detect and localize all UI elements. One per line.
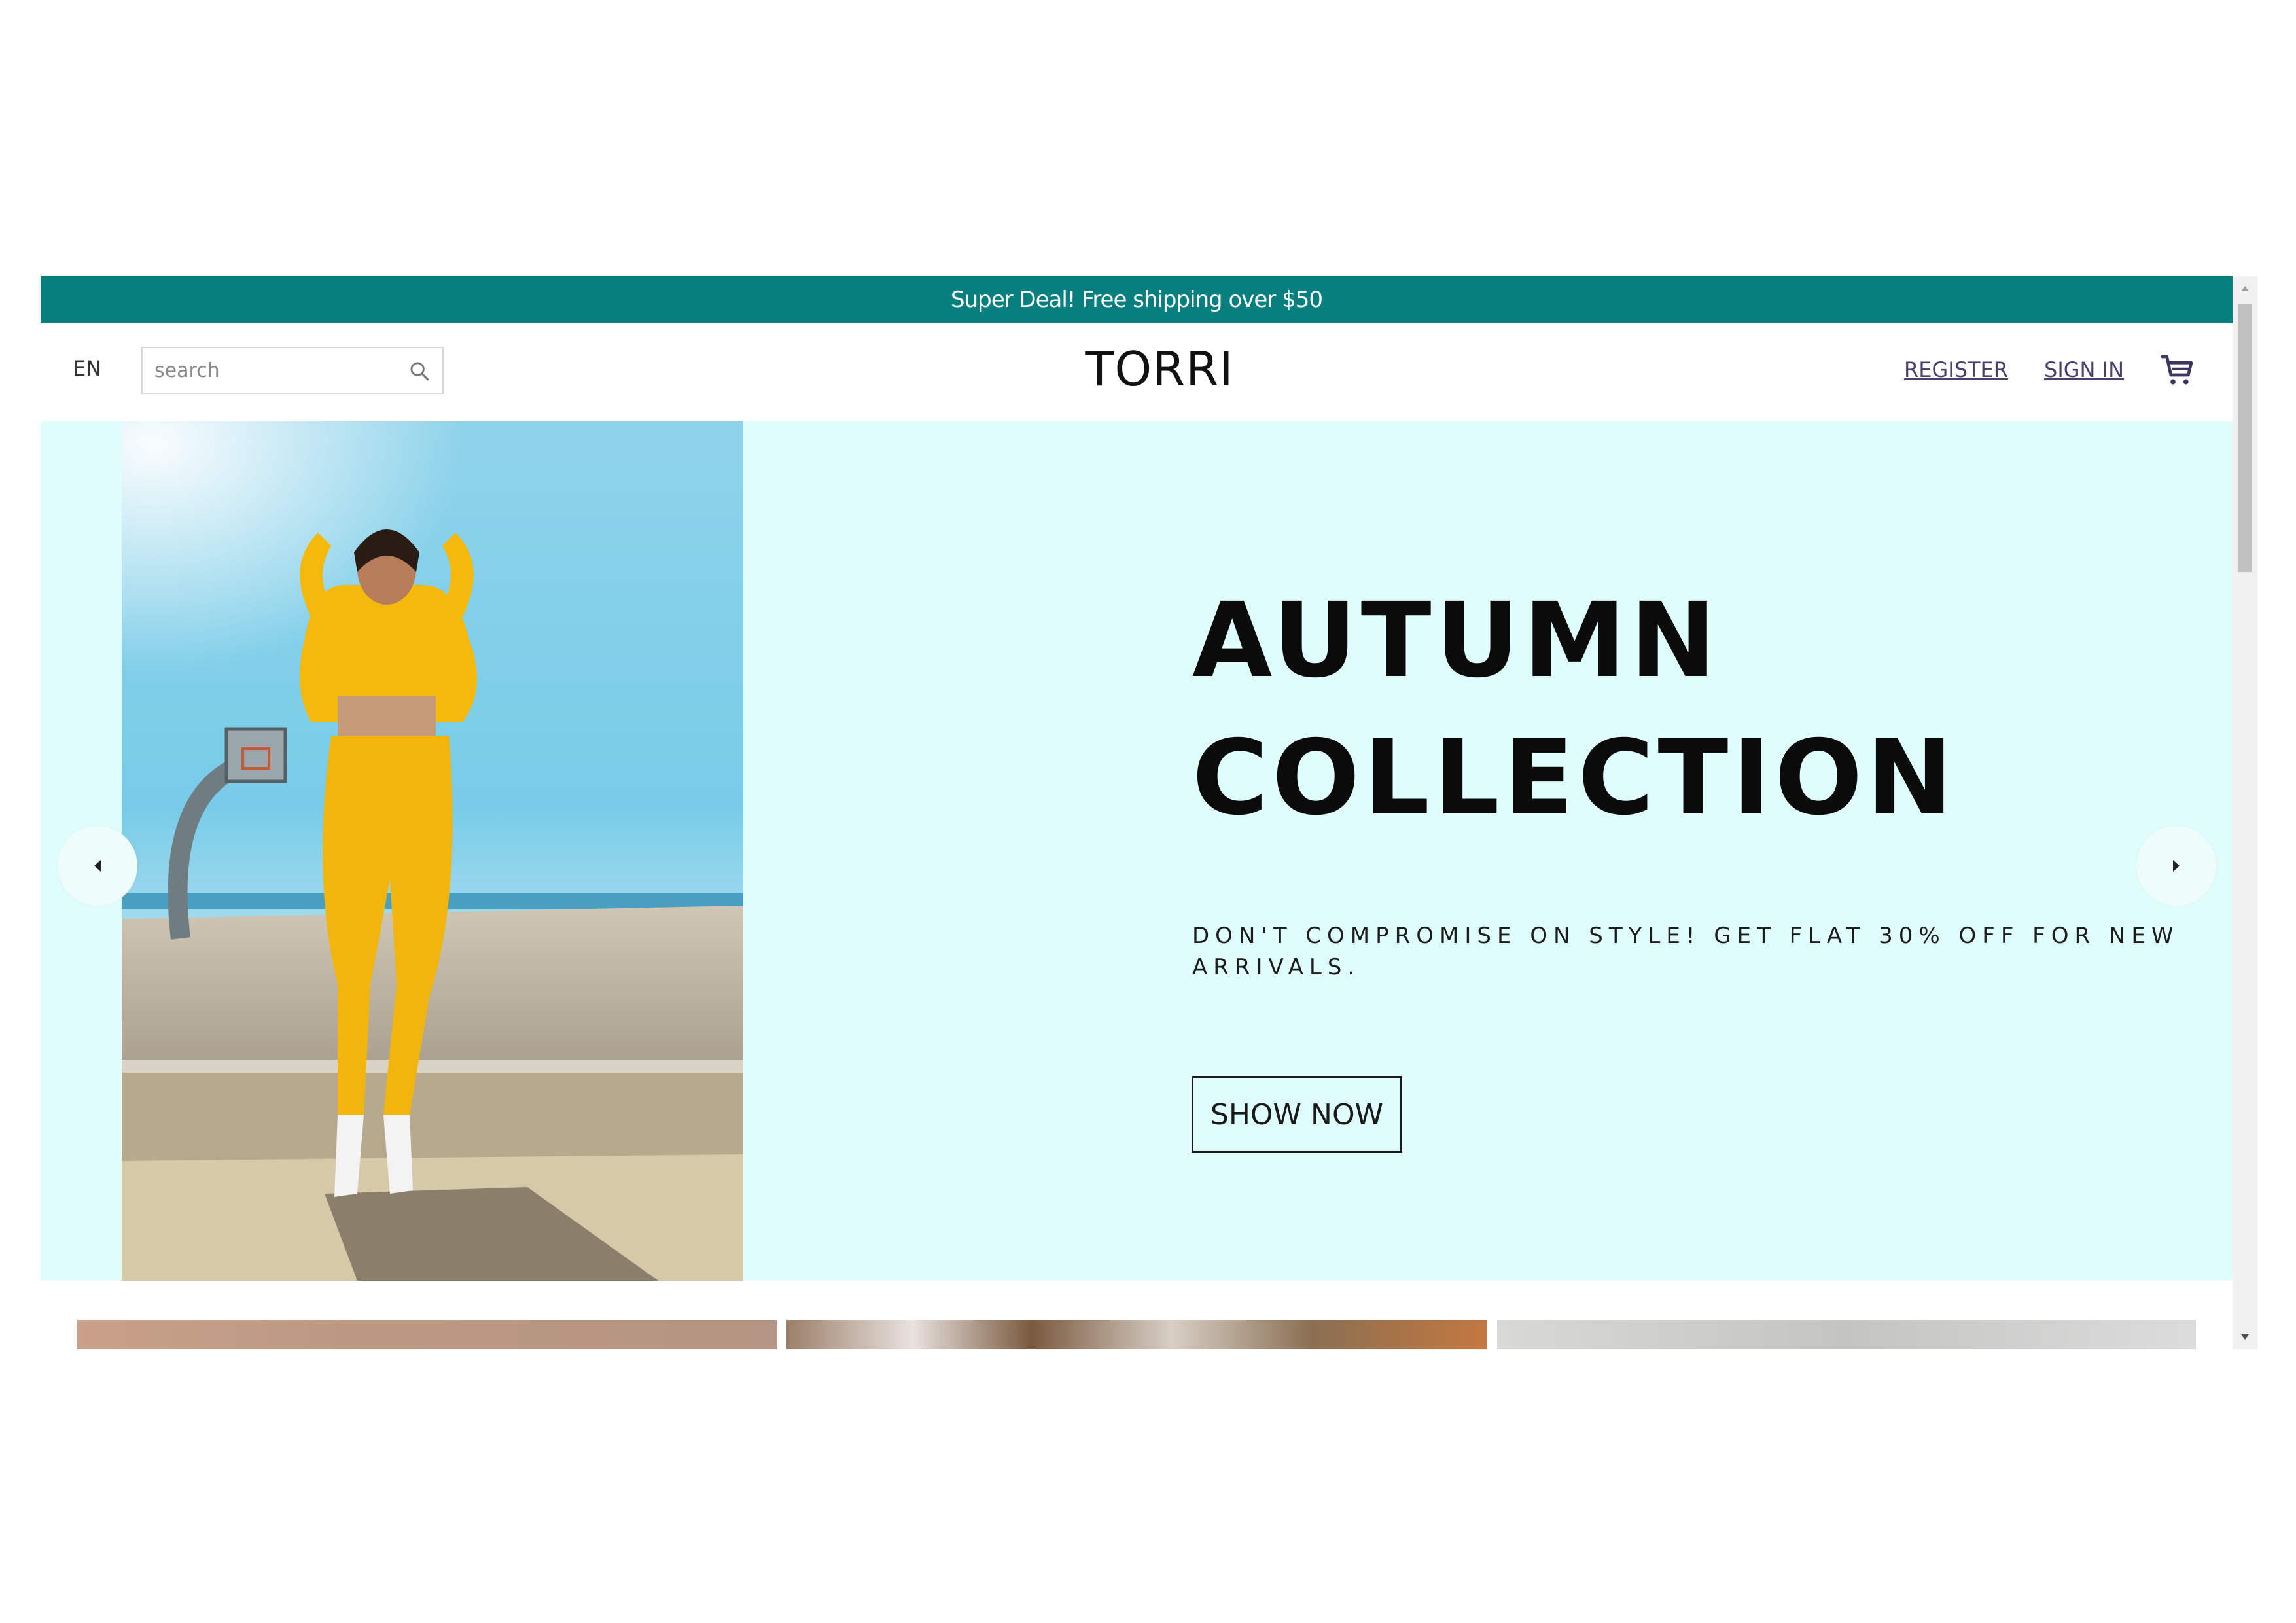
search-box: [141, 347, 444, 394]
web-page: Super Deal! Free shipping over $50 EN TO…: [41, 276, 2233, 1349]
show-now-button[interactable]: SHOW NOW: [1192, 1076, 1402, 1153]
hero-title-line2: COLLECTION: [1192, 718, 1957, 838]
hero-title-line1: AUTUMN: [1192, 580, 1721, 701]
chevron-left-icon: [94, 860, 101, 872]
language-selector[interactable]: EN: [73, 356, 101, 381]
scroll-down-arrow-icon: [2241, 1334, 2249, 1340]
search-icon[interactable]: [408, 360, 431, 382]
scrollbar-thumb[interactable]: [2238, 304, 2252, 572]
hero-image: [122, 421, 743, 1281]
site-header: EN TORRI REGISTER SIGN IN: [41, 323, 2233, 421]
vertical-scrollbar[interactable]: [2233, 276, 2257, 1349]
signin-link[interactable]: SIGN IN: [2044, 357, 2124, 382]
category-tile-3[interactable]: [1497, 1320, 2196, 1349]
scroll-up-arrow-icon: [2241, 286, 2249, 291]
chevron-right-icon: [2173, 860, 2180, 872]
hero-subtitle: DON'T COMPROMISE ON STYLE! GET FLAT 30% …: [1192, 923, 2180, 980]
hero-title: AUTUMN COLLECTION: [1192, 572, 1957, 847]
promo-banner: Super Deal! Free shipping over $50: [41, 276, 2233, 323]
hero-carousel: AUTUMN COLLECTION DON'T COMPROMISE ON ST…: [41, 421, 2233, 1281]
promo-text: Super Deal! Free shipping over $50: [951, 287, 1323, 313]
category-tile-1[interactable]: [77, 1320, 777, 1349]
carousel-next-button[interactable]: [2136, 826, 2216, 906]
cart-icon[interactable]: [2159, 352, 2196, 389]
model-photo: [122, 421, 743, 1281]
browser-viewport: Super Deal! Free shipping over $50 EN TO…: [41, 276, 2257, 1349]
category-tile-2[interactable]: [786, 1320, 1487, 1349]
scroll-up-button[interactable]: [2233, 276, 2257, 301]
site-logo[interactable]: TORRI: [1061, 342, 1258, 397]
scroll-down-button[interactable]: [2233, 1325, 2257, 1349]
search-input[interactable]: [153, 358, 404, 383]
carousel-prev-button[interactable]: [58, 826, 137, 906]
register-link[interactable]: REGISTER: [1904, 357, 2008, 382]
